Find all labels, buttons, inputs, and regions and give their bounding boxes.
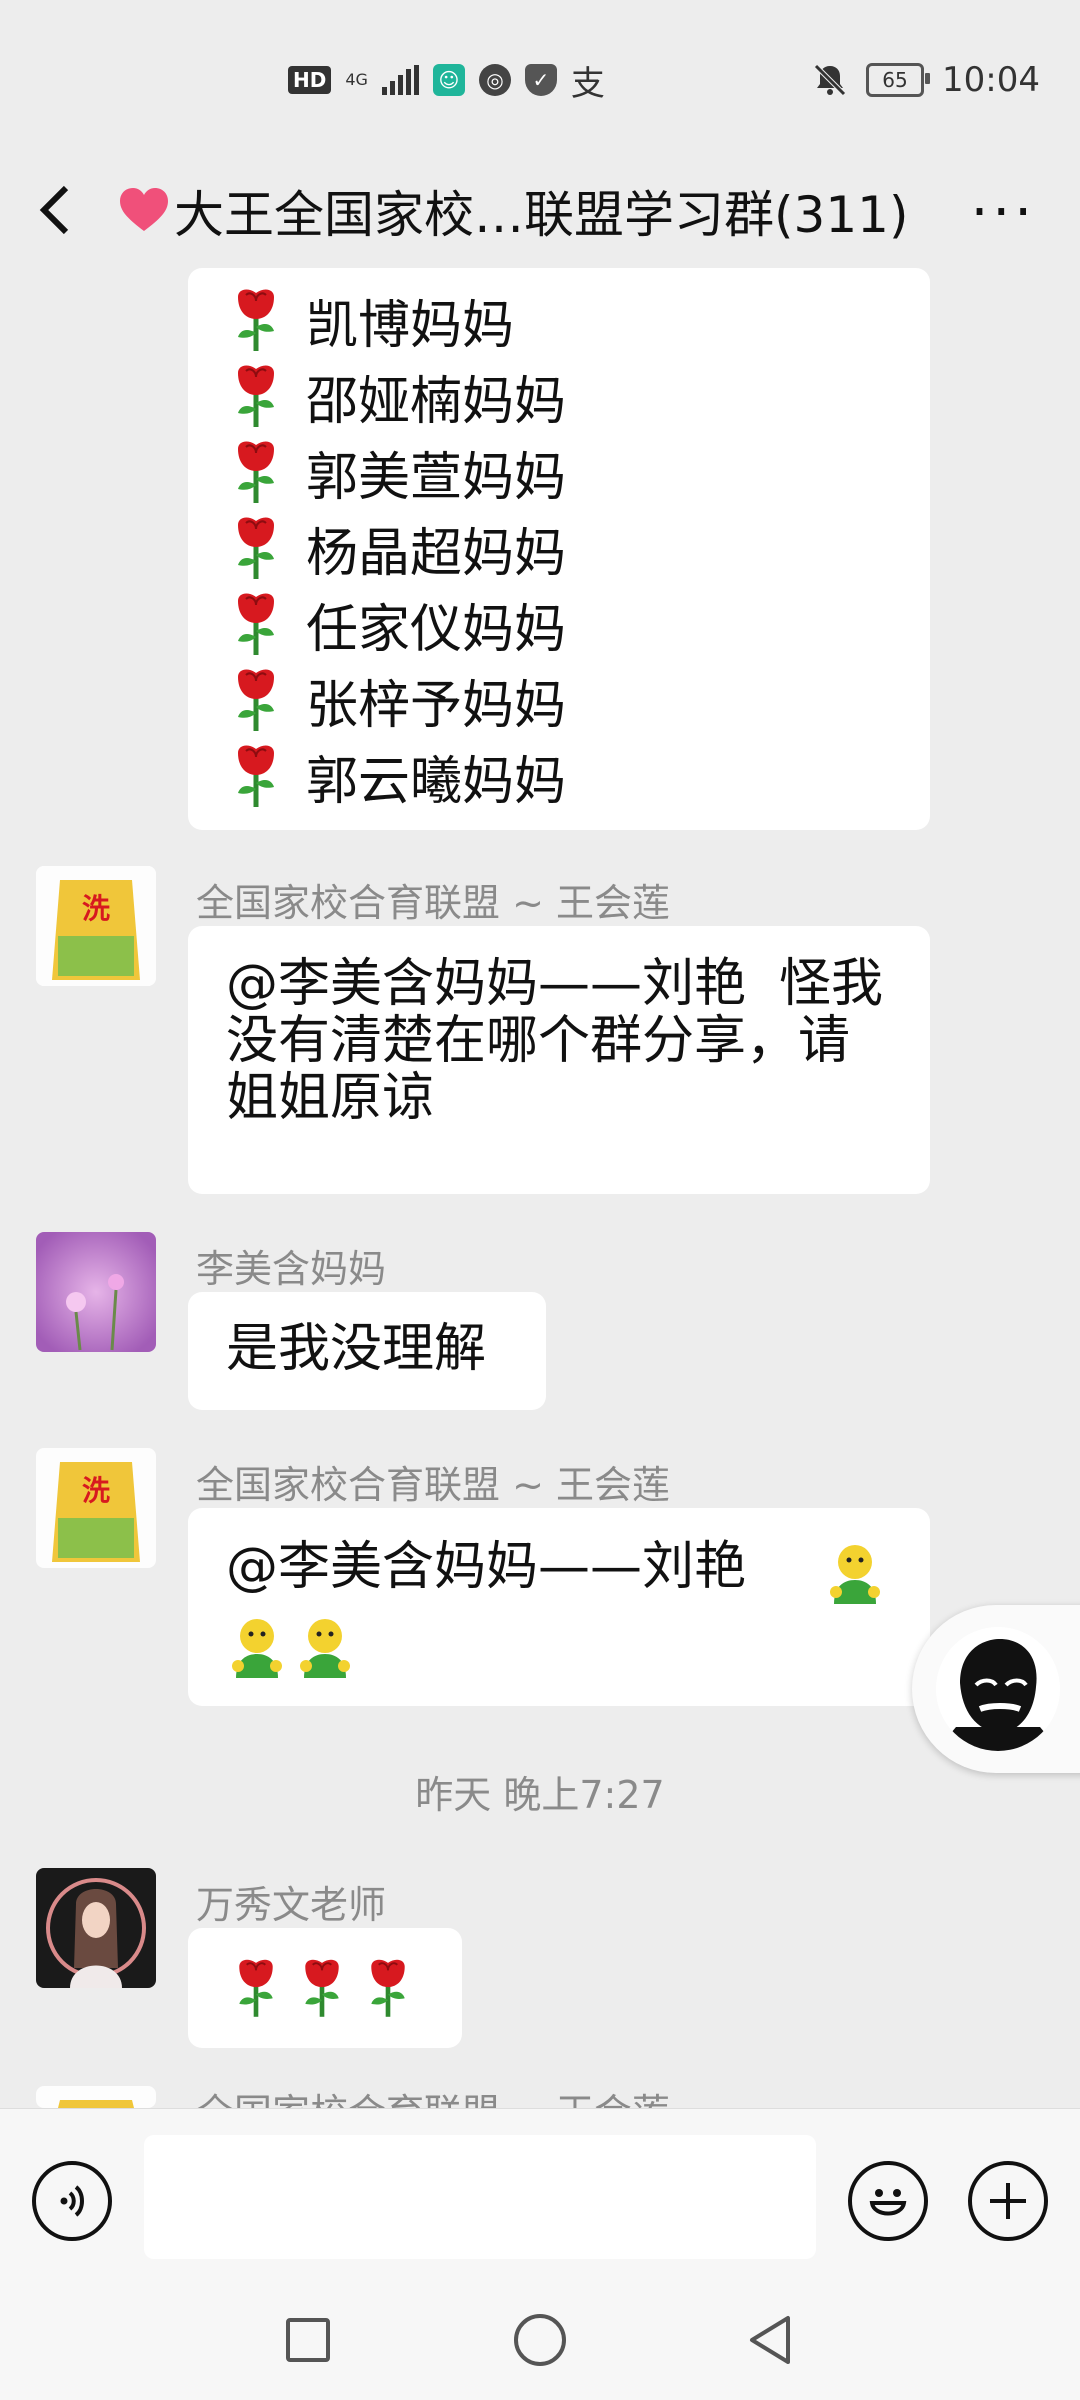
rose-icon [230, 1956, 282, 2020]
rose-icon [228, 667, 284, 733]
list-item: 杨晶超妈妈 [228, 510, 930, 586]
message-text: @李美含妈妈——刘艳 怪我没有清楚在哪个群分享，请姐姐原谅 [226, 954, 884, 1128]
message-bubble-rose-list[interactable]: 凯博妈妈 邵娅楠妈妈 郭美萱妈妈 杨晶超妈妈 任家仪妈妈 张梓予妈妈 郭云曦妈妈 [188, 268, 930, 830]
message-text: 是我没理解 [226, 1319, 487, 1379]
sender-name: 全国家校合育联盟 ~ 王会莲 [196, 1463, 670, 1507]
rose-icon [228, 515, 284, 581]
list-item: 张梓予妈妈 [228, 662, 930, 738]
voice-icon[interactable] [32, 2161, 112, 2241]
sender-name-clip: 全国家校合育联盟 ~ 王会莲 [196, 2086, 670, 2108]
triangle-back-icon[interactable] [744, 2312, 800, 2368]
floating-avatar [936, 1627, 1060, 1751]
heart-icon [120, 188, 168, 231]
group-name: 大王全国家校…联盟学习群(311) [174, 186, 909, 244]
avatar[interactable]: 洗 [36, 866, 156, 986]
app-notification-icon: ☺ [432, 64, 465, 96]
list-item: 邵娅楠妈妈 [228, 358, 930, 434]
input-bar [0, 2108, 1080, 2293]
signal-icon [381, 65, 419, 95]
avatar[interactable] [36, 1232, 156, 1352]
message-text: @李美含妈妈——刘艳 [226, 1537, 747, 1597]
rose-icon [228, 363, 284, 429]
list-item: 郭美萱妈妈 [228, 434, 930, 510]
rose-icon [228, 287, 284, 353]
clock: 10:04 [942, 60, 1040, 100]
square-icon[interactable] [286, 2318, 330, 2362]
rose-icon [228, 743, 284, 809]
chevron-left-icon[interactable] [36, 170, 96, 250]
timestamp: 昨天 晚上7:27 [415, 1773, 665, 1817]
sender-name: 全国家校合育联盟 ~ 王会莲 [196, 2086, 670, 2108]
message-bubble[interactable]: 是我没理解 [188, 1292, 546, 1410]
message-bubble[interactable]: @李美含妈妈——刘艳 [188, 1508, 930, 1706]
svg-text:洗: 洗 [82, 1474, 110, 1507]
sender-name: 全国家校合育联盟 ~ 王会莲 [196, 881, 670, 925]
avatar[interactable]: 洗 [36, 1448, 156, 1568]
sender-name: 万秀文老师 [196, 1883, 387, 1927]
mute-bell-icon [814, 64, 846, 96]
rose-icon [362, 1956, 414, 2020]
battery-icon: 65 [866, 63, 931, 97]
message-bubble[interactable] [188, 1928, 462, 2048]
smiley-emoji-icon [232, 1619, 282, 1678]
plus-icon[interactable] [968, 2161, 1048, 2241]
shield-icon: ✓ [524, 64, 557, 96]
message-input[interactable] [144, 2135, 816, 2259]
avatar[interactable] [36, 1868, 156, 1988]
smiley-emoji-icon [300, 1619, 350, 1678]
rose-icon [228, 591, 284, 657]
chat-title: 大王全国家校…联盟学习群(311) [118, 176, 908, 246]
emoji-icon[interactable] [848, 2161, 928, 2241]
sender-name: 李美含妈妈 [196, 1247, 387, 1291]
network-type: 4G [345, 70, 368, 89]
battery-level: 65 [882, 68, 908, 92]
floating-window[interactable] [912, 1605, 1080, 1773]
rose-icon [296, 1956, 348, 2020]
smiley-emoji-icon [830, 1545, 880, 1604]
avatar[interactable] [36, 2086, 156, 2108]
more-dots-icon[interactable]: ··· [971, 180, 1036, 245]
message-bubble[interactable]: @李美含妈妈——刘艳 怪我没有清楚在哪个群分享，请姐姐原谅 [188, 926, 930, 1194]
hd-badge: HD [288, 66, 332, 94]
status-icons-left: HD 4G ☺ ◎ ✓ 支 [288, 56, 605, 104]
chat-header: 大王全国家校…联盟学习群(311) ··· [0, 150, 1080, 270]
alipay-icon: 支 [570, 63, 605, 104]
rose-icon [228, 439, 284, 505]
globe-icon: ◎ [478, 64, 511, 96]
status-bar: HD 4G ☺ ◎ ✓ 支 65 10:04 [0, 0, 1080, 150]
list-item: 任家仪妈妈 [228, 586, 930, 662]
circle-icon[interactable] [514, 2314, 566, 2366]
list-item: 凯博妈妈 [228, 282, 930, 358]
rose-name-list: 凯博妈妈 邵娅楠妈妈 郭美萱妈妈 杨晶超妈妈 任家仪妈妈 张梓予妈妈 郭云曦妈妈 [188, 268, 930, 814]
status-icons-right: 65 10:04 [812, 56, 1040, 104]
system-nav-bar [0, 2292, 1080, 2400]
list-item: 郭云曦妈妈 [228, 738, 930, 814]
svg-text:洗: 洗 [82, 892, 110, 925]
